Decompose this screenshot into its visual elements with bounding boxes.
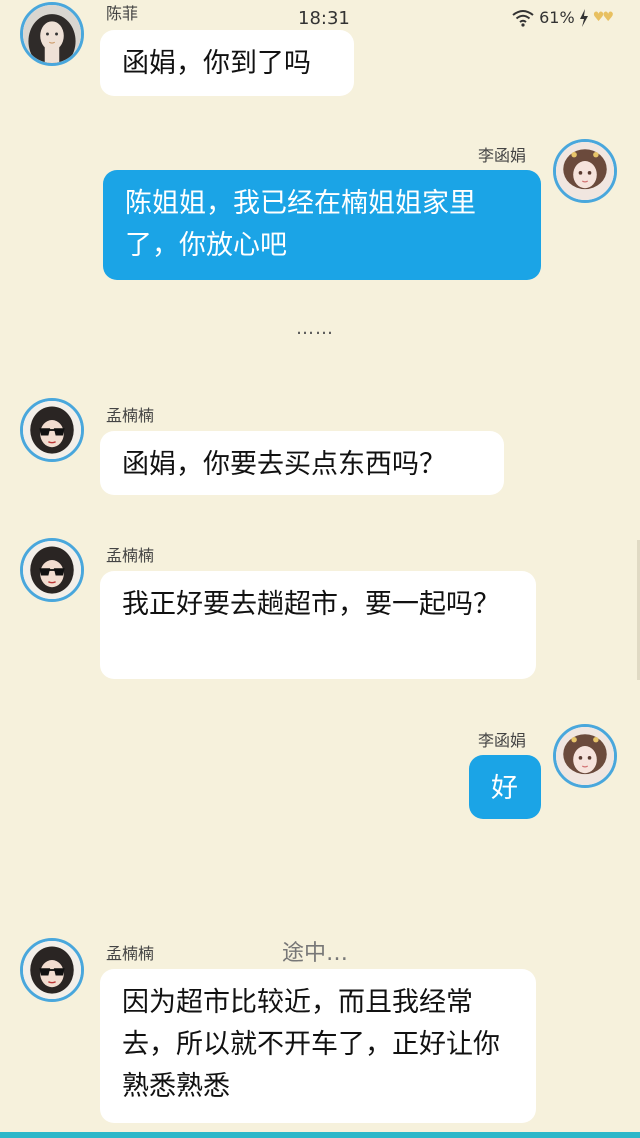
meng-nannan-avatar[interactable] [20, 538, 84, 602]
message-bubble[interactable]: 函娟，你要去买点东西吗？ [100, 431, 504, 495]
meng-nannan-avatar[interactable] [20, 398, 84, 462]
message-bubble[interactable]: 我正好要去趟超市，要一起吗？ [100, 571, 536, 679]
message-bubble[interactable]: 因为超市比较近，而且我经常去，所以就不开车了，正好让你熟悉熟悉 [100, 969, 536, 1123]
status-indicators: 61% ♥♥ [511, 8, 614, 27]
message-bubble[interactable]: 函娟，你到了吗 [100, 30, 354, 96]
wifi-icon [512, 9, 534, 27]
li-hanjuan-avatar[interactable] [553, 139, 617, 203]
time-skip-ellipsis: …… [296, 318, 334, 339]
chen-fei-avatar[interactable] [20, 2, 84, 66]
sender-name: 孟楠楠 [106, 406, 155, 425]
scene-note: 途中… [282, 941, 349, 966]
sender-name: 陈菲 [106, 4, 139, 23]
battery-level: 61% [539, 8, 575, 27]
status-time: 18:31 [298, 8, 350, 29]
sender-name: 孟楠楠 [106, 944, 155, 963]
sender-name: 李函娟 [478, 731, 527, 750]
message-bubble[interactable]: 陈姐姐，我已经在楠姐姐家里了，你放心吧 [103, 170, 541, 280]
message-bubble[interactable]: 好 [469, 755, 541, 819]
sender-name: 李函娟 [478, 146, 527, 165]
li-hanjuan-avatar[interactable] [553, 724, 617, 788]
charging-icon [579, 8, 588, 27]
meng-nannan-avatar[interactable] [20, 938, 84, 1002]
sender-name: 孟楠楠 [106, 546, 155, 565]
bottom-accent-bar [0, 1132, 640, 1138]
heart-icon: ♥♥ [592, 10, 614, 25]
